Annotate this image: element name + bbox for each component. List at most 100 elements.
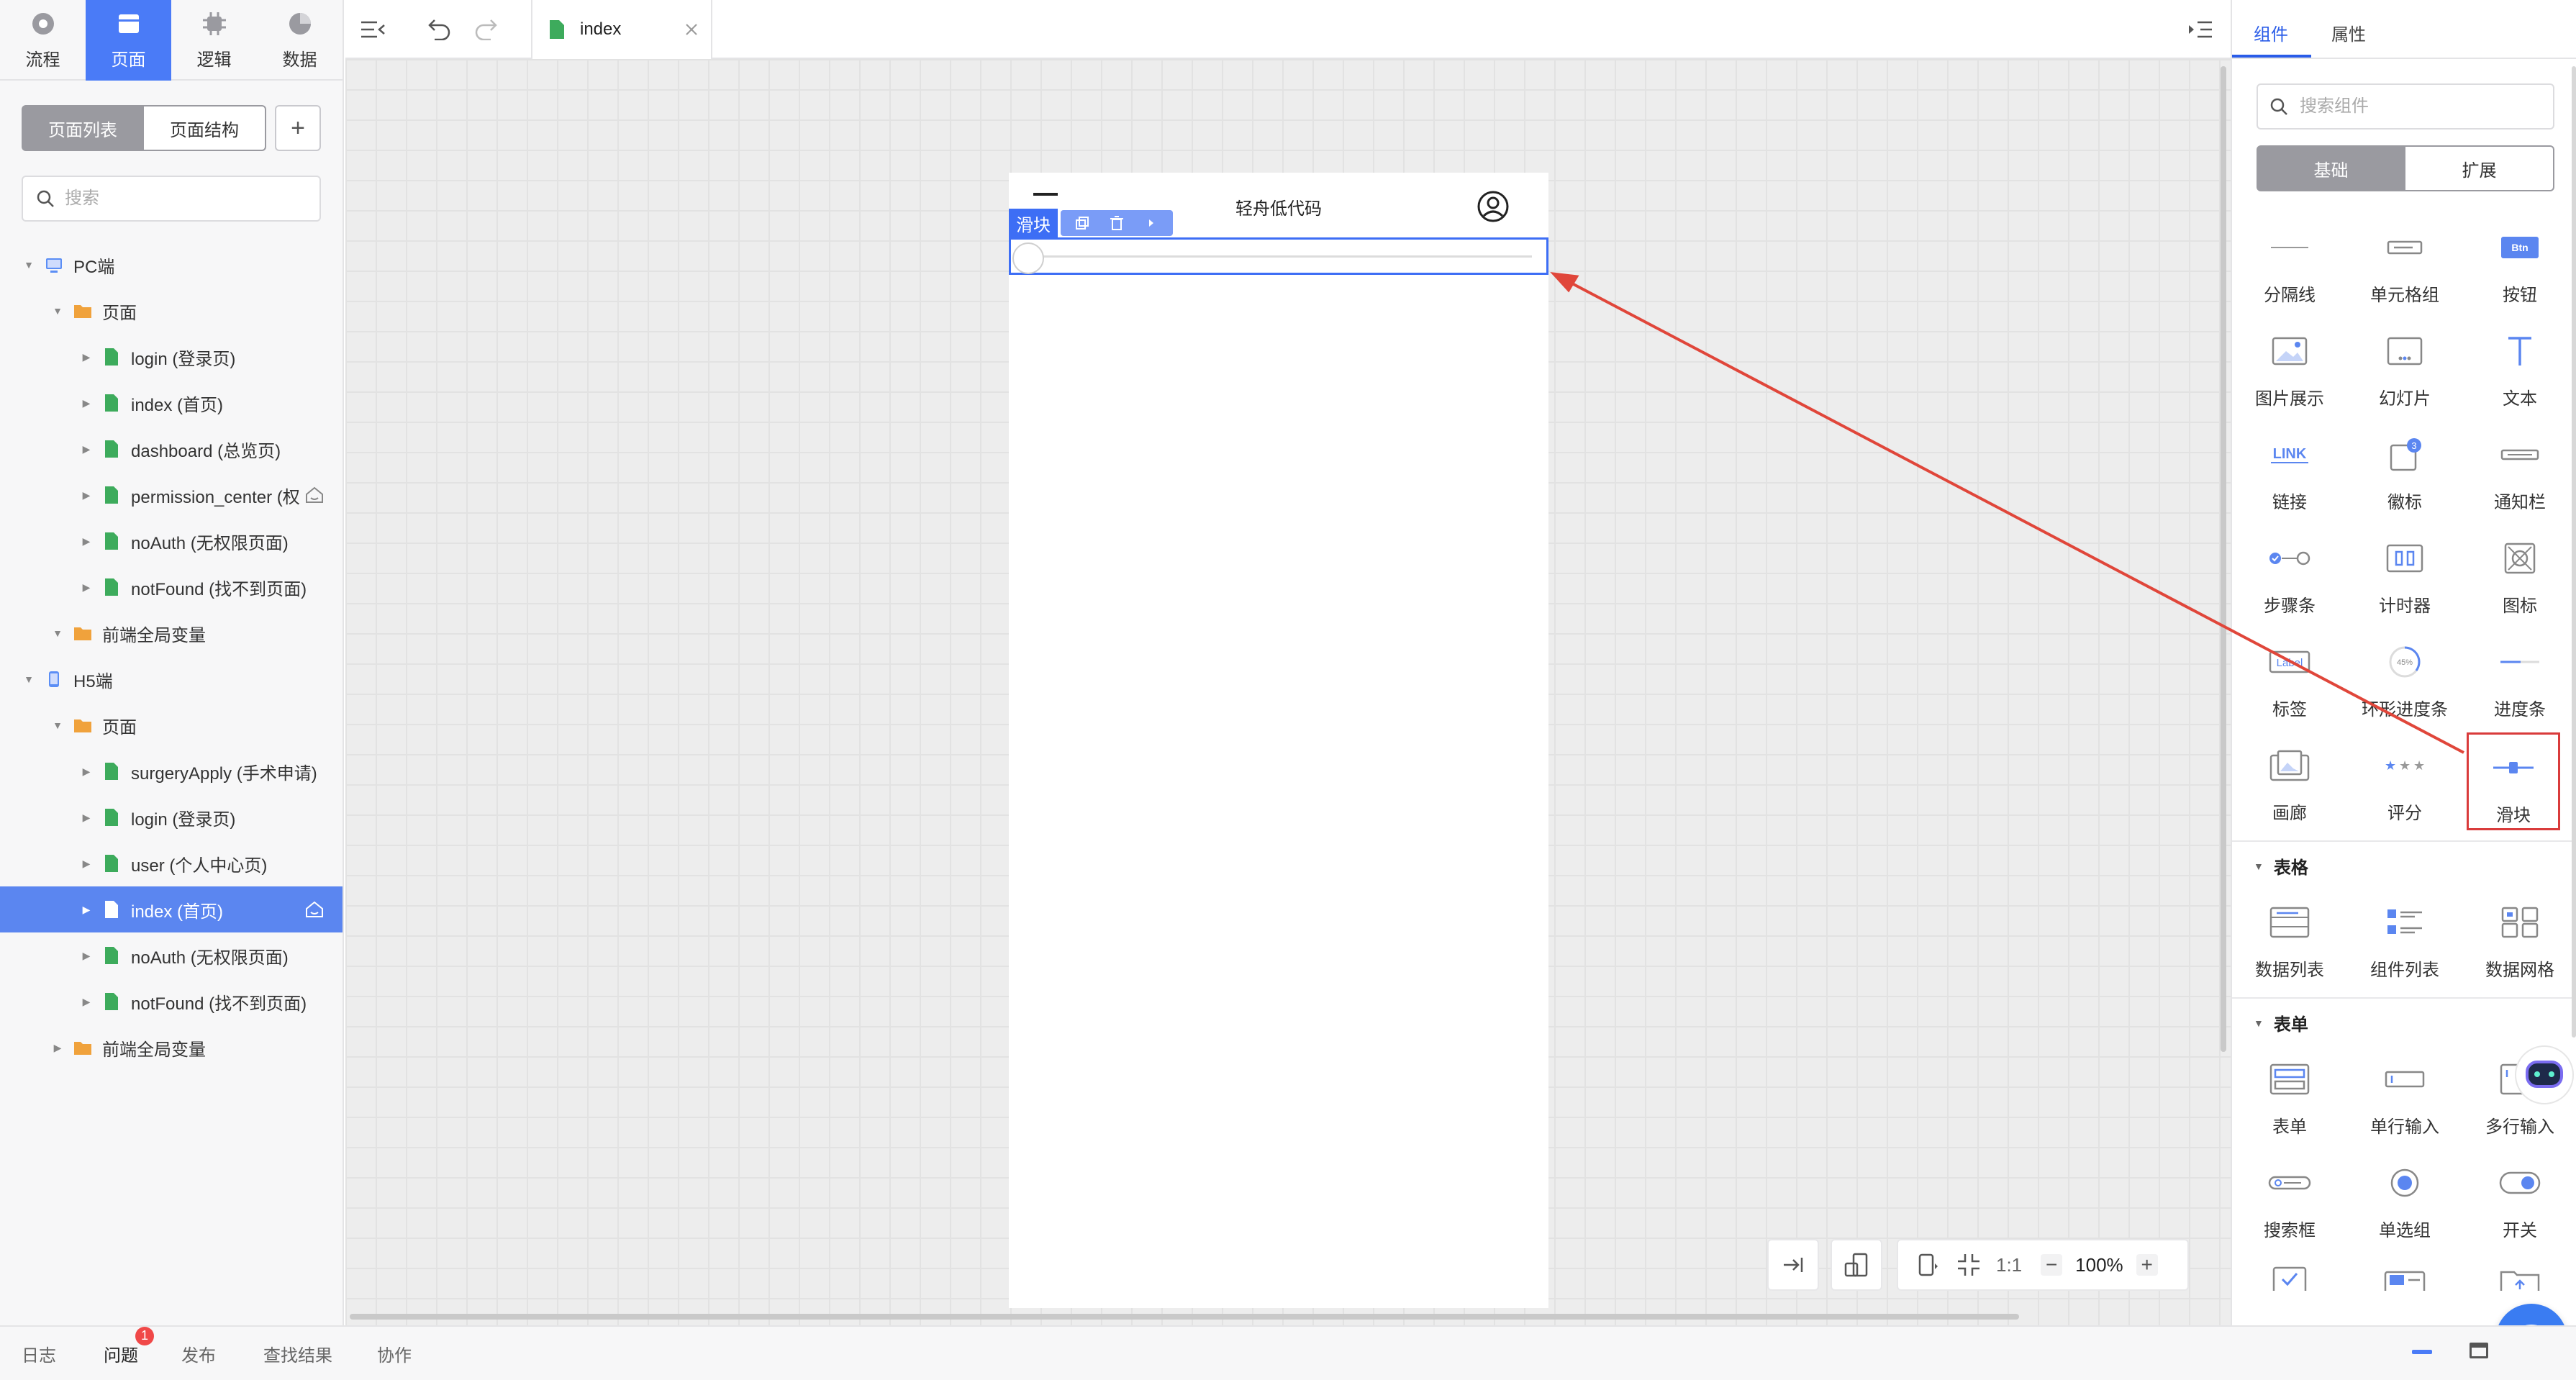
delete-icon[interactable]: [1109, 215, 1125, 231]
expand-arrow-icon[interactable]: ▶: [50, 1040, 65, 1055]
component-link[interactable]: LINK 链接: [2232, 416, 2347, 519]
slider-track[interactable]: [1025, 255, 1532, 258]
expand-arrow-icon[interactable]: ▶: [79, 534, 94, 548]
horizontal-scrollbar[interactable]: [350, 1314, 2019, 1320]
component-carousel[interactable]: 幻灯片: [2347, 312, 2462, 416]
expand-arrow-icon[interactable]: ▶: [79, 396, 94, 410]
ai-assistant-icon[interactable]: [2508, 1040, 2576, 1108]
expand-arrow-icon[interactable]: ▶: [79, 764, 94, 778]
tree-node-page-selected[interactable]: ▶ index (首页): [0, 886, 343, 932]
tree-node-pc-pages[interactable]: ▼ 页面: [0, 288, 343, 334]
component-tag[interactable]: Label 标签: [2232, 623, 2347, 727]
component-data-grid[interactable]: 数据网格: [2462, 884, 2576, 987]
editor-tab-index[interactable]: index: [531, 0, 712, 59]
zoom-out-button[interactable]: −: [2041, 1253, 2063, 1276]
outline-toggle-icon[interactable]: [2187, 19, 2213, 40]
component-image[interactable]: 图片展示: [2232, 312, 2347, 416]
collapse-arrow-icon[interactable]: ▼: [22, 672, 36, 686]
copy-icon[interactable]: [1074, 215, 1090, 231]
section-form-header[interactable]: ▼ 表单: [2254, 1010, 2308, 1035]
tab-components[interactable]: 组件: [2254, 20, 2288, 45]
slider-component[interactable]: [1009, 237, 1548, 275]
expand-arrow-icon[interactable]: ▶: [79, 488, 94, 502]
expand-arrow-icon[interactable]: ▶: [79, 856, 94, 871]
collapse-arrow-icon[interactable]: ▼: [50, 304, 65, 318]
tab-properties[interactable]: 属性: [2331, 20, 2366, 45]
redo-icon[interactable]: [473, 17, 498, 40]
component-gallery[interactable]: 画廊: [2232, 727, 2347, 830]
add-page-button[interactable]: +: [275, 105, 321, 151]
expand-arrow-icon[interactable]: ▶: [79, 948, 94, 963]
component-form[interactable]: 表单: [2232, 1040, 2347, 1144]
expand-arrow-icon[interactable]: ▶: [79, 994, 94, 1009]
close-icon[interactable]: [684, 22, 699, 37]
collapse-sidebar-icon[interactable]: [360, 19, 386, 40]
tree-node-page[interactable]: ▶ noAuth (无权限页面): [0, 518, 343, 564]
tree-node-h5-global-vars[interactable]: ▶ 前端全局变量: [0, 1025, 343, 1071]
collapse-arrow-icon[interactable]: ▼: [50, 718, 65, 732]
expand-arrow-icon[interactable]: ▶: [79, 442, 94, 456]
tree-node-pc-global-vars[interactable]: ▼ 前端全局变量: [0, 610, 343, 656]
tree-node-page[interactable]: ▶ permission_center (权: [0, 472, 343, 518]
tree-node-page[interactable]: ▶ noAuth (无权限页面): [0, 932, 343, 979]
slider-thumb[interactable]: [1012, 242, 1044, 274]
tree-node-page[interactable]: ▶ surgeryApply (手术申请): [0, 748, 343, 794]
tab-logic[interactable]: 逻辑: [171, 0, 257, 81]
tab-flow[interactable]: 流程: [0, 0, 86, 81]
tree-node-page[interactable]: ▶ user (个人中心页): [0, 840, 343, 886]
tree-node-page[interactable]: ▶ login (登录页): [0, 334, 343, 380]
fullscreen-exit-icon[interactable]: [1956, 1252, 1982, 1278]
tab-page[interactable]: 页面: [86, 0, 171, 81]
component-timer[interactable]: 计时器: [2347, 519, 2462, 623]
zoom-in-button[interactable]: +: [2136, 1253, 2158, 1276]
tree-node-h5[interactable]: ▼ H5端: [0, 656, 343, 702]
section-table-header[interactable]: ▼ 表格: [2254, 853, 2308, 879]
page-structure-tab[interactable]: 页面结构: [144, 105, 266, 151]
minimize-panel-icon[interactable]: [2412, 1350, 2432, 1354]
component-steps[interactable]: 步骤条: [2232, 519, 2347, 623]
tab-log[interactable]: 日志: [22, 1341, 56, 1366]
tab-collaboration[interactable]: 协作: [377, 1341, 412, 1366]
component-slider[interactable]: 滑块: [2467, 732, 2560, 830]
component-rating[interactable]: ★ ★ ★ 评分: [2347, 727, 2462, 830]
tab-issues[interactable]: 问题 1: [104, 1326, 154, 1366]
component-upload[interactable]: [2462, 1248, 2576, 1291]
component-search-input[interactable]: [2300, 96, 2530, 117]
component-radio-group[interactable]: 单选组: [2347, 1144, 2462, 1248]
collapse-arrow-icon[interactable]: ▼: [22, 258, 36, 272]
basic-components-tab[interactable]: 基础: [2257, 145, 2405, 191]
more-arrow-icon[interactable]: [1143, 215, 1159, 231]
component-circle-progress[interactable]: 45% 环形进度条: [2347, 623, 2462, 727]
component-badge[interactable]: 3 徽标: [2347, 416, 2462, 519]
undo-icon[interactable]: [427, 17, 452, 40]
expand-arrow-icon[interactable]: ▶: [79, 810, 94, 825]
phone-preview[interactable]: 轻舟低代码 滑块: [1009, 173, 1548, 1308]
expand-arrow-icon[interactable]: ▶: [79, 350, 94, 364]
component-data-list[interactable]: 数据列表: [2232, 884, 2347, 987]
user-avatar-icon[interactable]: [1477, 190, 1510, 223]
tree-node-page[interactable]: ▶ login (登录页): [0, 794, 343, 840]
component-notice-bar[interactable]: 通知栏: [2462, 416, 2576, 519]
expand-arrow-icon[interactable]: ▶: [79, 902, 94, 917]
device-rotate-button[interactable]: [1831, 1239, 1882, 1291]
component-text[interactable]: 文本: [2462, 312, 2576, 416]
component-search-box[interactable]: 搜索框: [2232, 1144, 2347, 1248]
component-cell-group[interactable]: 单元格组: [2347, 209, 2462, 312]
component-divider[interactable]: 分隔线: [2232, 209, 2347, 312]
tree-node-page[interactable]: ▶ dashboard (总览页): [0, 426, 343, 472]
tab-publish[interactable]: 发布: [181, 1341, 216, 1366]
fit-to-screen-button[interactable]: [1767, 1239, 1819, 1291]
zoom-reset-button[interactable]: 1:1: [1996, 1254, 2022, 1276]
tree-node-page[interactable]: ▶ index (首页): [0, 380, 343, 426]
design-canvas[interactable]: 轻舟低代码 滑块 1:1 − 100% +: [345, 59, 2231, 1325]
tree-node-page[interactable]: ▶ notFound (找不到页面): [0, 979, 343, 1025]
extended-components-tab[interactable]: 扩展: [2405, 145, 2554, 191]
component-component-list[interactable]: 组件列表: [2347, 884, 2462, 987]
tree-node-pc[interactable]: ▼ PC端: [0, 242, 343, 288]
expand-arrow-icon[interactable]: ▶: [79, 580, 94, 594]
component-single-line-input[interactable]: 单行输入: [2347, 1040, 2462, 1144]
maximize-panel-icon[interactable]: [2470, 1343, 2488, 1358]
tree-node-h5-pages[interactable]: ▼ 页面: [0, 702, 343, 748]
tab-search-results[interactable]: 查找结果: [263, 1341, 332, 1366]
tree-node-page[interactable]: ▶ notFound (找不到页面): [0, 564, 343, 610]
